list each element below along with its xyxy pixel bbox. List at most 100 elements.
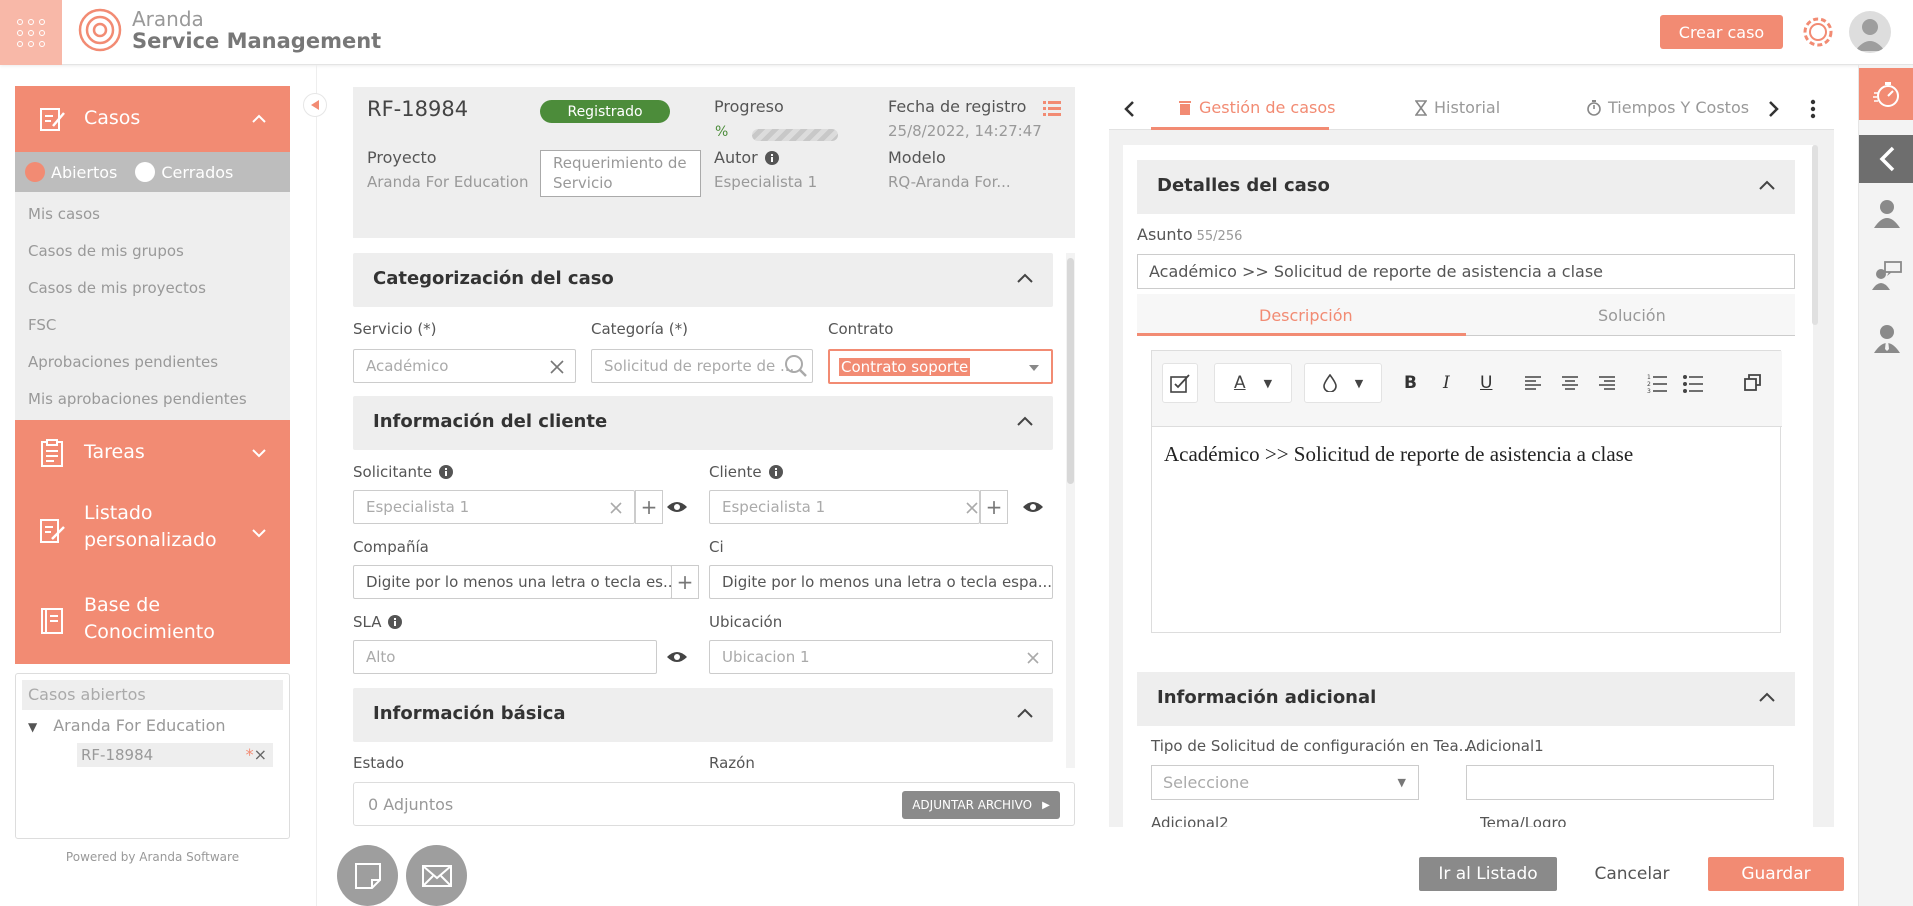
tab-descripcion[interactable]: Descripción [1259, 306, 1353, 325]
info-icon[interactable] [438, 464, 454, 480]
fill-color-dropdown[interactable]: ▼ [1304, 363, 1382, 403]
panel-detalles[interactable]: Detalles del caso [1137, 160, 1795, 214]
eye-icon[interactable] [666, 649, 688, 665]
solicitante-input[interactable]: Especialista 1 [353, 490, 635, 524]
tab-solucion[interactable]: Solución [1598, 306, 1666, 325]
info-icon[interactable] [768, 464, 784, 480]
form-scroll-thumb[interactable] [1067, 258, 1074, 484]
add-compania-button[interactable]: + [671, 565, 699, 599]
popout-icon[interactable] [1744, 373, 1762, 391]
align-right-icon[interactable] [1598, 375, 1616, 391]
sidebar-casos[interactable]: Casos [15, 86, 290, 152]
info-icon[interactable] [764, 150, 780, 166]
sidebar-item-aprobaciones[interactable]: Aprobaciones pendientes [15, 344, 290, 381]
panel-info-adicional[interactable]: Información adicional [1137, 672, 1795, 726]
tab-gestion-casos[interactable]: Gestión de casos [1178, 98, 1335, 117]
sidebar-item-casos-grupos[interactable]: Casos de mis grupos [15, 233, 290, 270]
servicio-input[interactable]: Académico [353, 349, 576, 383]
clear-icon[interactable] [549, 359, 565, 375]
timer-button[interactable] [1859, 68, 1913, 120]
collapse-sidebar-button[interactable] [303, 93, 327, 117]
more-vertical-icon[interactable] [1810, 99, 1816, 119]
ubicacion-input[interactable]: Ubicacion 1 [709, 640, 1053, 674]
bold-icon[interactable]: B [1404, 373, 1417, 393]
closed-label[interactable]: Cerrados [161, 163, 233, 182]
user-avatar[interactable] [1849, 11, 1891, 53]
categoria-label: Categoría (*) [591, 320, 688, 338]
editor-content[interactable]: Académico >> Solicitud de reporte de asi… [1164, 442, 1633, 467]
chevron-down-icon [252, 449, 266, 458]
sidebar-tareas[interactable]: Tareas [15, 420, 290, 486]
compania-input[interactable]: Digite por lo menos una letra o tecla es… [353, 565, 672, 599]
adicional1-input[interactable] [1466, 765, 1774, 800]
categoria-input[interactable]: Solicitud de reporte de ... [591, 349, 813, 383]
caret-down-icon: ▼ [1397, 776, 1406, 789]
add-cliente-button[interactable]: + [980, 490, 1008, 524]
sidebar-item-mis-aprobaciones[interactable]: Mis aprobaciones pendientes [15, 381, 290, 418]
chevron-right-icon[interactable] [1768, 100, 1780, 118]
right-scrollbar[interactable] [1812, 145, 1818, 325]
sidebar-base-conocimiento[interactable]: Base de Conocimiento [15, 578, 290, 664]
clear-icon[interactable] [609, 501, 623, 515]
align-left-icon[interactable] [1524, 375, 1542, 391]
apps-grid-button[interactable] [0, 0, 62, 65]
case-header: RF-18984 Registrado Progreso % Fecha de … [353, 87, 1075, 238]
ci-label: Ci [709, 538, 724, 556]
sidebar-item-mis-casos[interactable]: Mis casos [15, 196, 290, 233]
search-icon[interactable] [784, 354, 808, 378]
italic-icon[interactable]: I [1443, 373, 1450, 393]
panel-cliente[interactable]: Información del cliente [353, 396, 1053, 450]
contrato-select[interactable]: Contrato soporte [828, 349, 1053, 384]
tree-case[interactable]: RF-18984 *× [77, 743, 273, 767]
info-adicional-title: Información adicional [1157, 687, 1377, 708]
font-color-dropdown[interactable]: A ▼ [1214, 363, 1292, 403]
sla-input[interactable]: Alto [353, 640, 657, 674]
open-label[interactable]: Abiertos [51, 163, 117, 182]
clear-icon[interactable] [965, 501, 979, 515]
closed-radio[interactable] [135, 162, 156, 182]
date-label: Fecha de registro [888, 97, 1027, 116]
app-logo[interactable]: Aranda Service Management [78, 8, 381, 52]
open-radio[interactable] [25, 162, 45, 182]
create-case-button[interactable]: Crear caso [1660, 15, 1783, 49]
user-icon[interactable] [1872, 198, 1902, 228]
attach-file-button[interactable]: ADJUNTAR ARCHIVO ▶ [902, 791, 1060, 819]
close-icon[interactable]: *× [246, 743, 267, 767]
clear-format-button[interactable] [1162, 363, 1198, 403]
bullet-list-icon[interactable] [1683, 373, 1703, 393]
user-tie-icon[interactable] [1872, 323, 1902, 353]
sidebar-listado[interactable]: Listado personalizado [15, 486, 290, 578]
numbered-list-icon[interactable]: 123 [1647, 373, 1667, 393]
sidebar-item-fsc[interactable]: FSC [15, 307, 290, 344]
eye-icon[interactable] [666, 499, 688, 515]
solicitante-value: Especialista 1 [366, 498, 470, 516]
clear-icon[interactable] [1026, 651, 1040, 665]
tab-tiempos-costos[interactable]: Tiempos Y Costos [1587, 98, 1749, 117]
user-chat-icon[interactable] [1872, 260, 1902, 290]
add-solicitante-button[interactable]: + [635, 490, 663, 524]
email-button[interactable] [406, 845, 467, 906]
eye-icon[interactable] [1022, 499, 1044, 515]
save-button[interactable]: Guardar [1708, 857, 1844, 891]
align-center-icon[interactable] [1561, 375, 1579, 391]
tipo-solicitud-select[interactable]: Seleccione ▼ [1151, 765, 1419, 800]
gear-icon[interactable] [1799, 13, 1837, 51]
go-to-list-button[interactable]: Ir al Listado [1419, 857, 1557, 891]
sidebar-item-casos-proyectos[interactable]: Casos de mis proyectos [15, 270, 290, 307]
chevron-left-icon[interactable] [1123, 100, 1135, 118]
collapse-right-panel-button[interactable] [1859, 135, 1913, 183]
panel-categorizacion[interactable]: Categorización del caso [353, 253, 1053, 307]
stopwatch-icon [1872, 82, 1899, 107]
asunto-input[interactable]: Académico >> Solicitud de reporte de asi… [1137, 254, 1795, 289]
tree-project-label: Aranda For Education [53, 716, 226, 735]
tab-historial[interactable]: Historial [1415, 98, 1500, 117]
ci-input[interactable]: Digite por lo menos una letra o tecla es… [709, 565, 1053, 599]
info-icon[interactable] [387, 614, 403, 630]
tree-project[interactable]: ▼ Aranda For Education [28, 716, 289, 735]
cancel-button[interactable]: Cancelar [1563, 857, 1701, 891]
underline-icon[interactable]: U [1480, 373, 1492, 393]
panel-basica[interactable]: Información básica [353, 688, 1053, 742]
cliente-input[interactable]: Especialista 1 [709, 490, 980, 524]
note-button[interactable] [337, 845, 398, 906]
list-icon[interactable] [1042, 99, 1062, 119]
